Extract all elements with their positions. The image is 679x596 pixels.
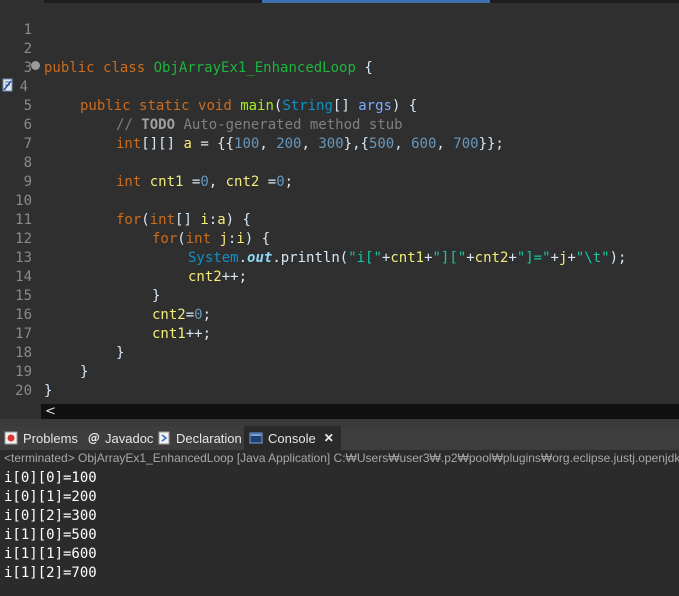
scrollbar-gutter [0,404,41,419]
code-line-16: 16 cnt1++; [0,287,679,342]
code-line-3: 3 [0,40,679,76]
tab-label: Problems [23,430,78,446]
code-line-6: 6 int[][] a = {{100, 200, 300},{500, 600… [0,97,679,152]
console-line: i[1][0]=500 [4,527,97,543]
code-line-1: 1 [0,2,679,38]
tab-console[interactable]: Console ✕ [244,426,341,450]
code-line-17: 17 } [0,306,679,361]
problems-icon [4,431,18,445]
horizontal-scrollbar[interactable]: < [41,404,679,419]
code-line-15: 15 cnt2=0; [0,268,679,323]
code-line-13: 13 cnt2++; [0,230,679,285]
code-line-14: 14 } [0,249,679,304]
console-line: i[1][2]=700 [4,565,97,581]
console-icon [249,431,263,445]
code-line-20: 20 [0,363,679,399]
code-editor[interactable]: 1 2 public class ObjArrayEx1_EnhancedLoo… [0,0,679,404]
code-line-19: 19 } [0,344,679,399]
javadoc-icon: @ [88,431,100,445]
console-output[interactable]: i[0][0]=100 i[0][1]=200 i[0][2]=300 i[1]… [0,467,679,596]
console-line: i[0][2]=300 [4,508,97,524]
console-line: i[0][1]=200 [4,489,97,505]
tab-label: Declaration [176,430,242,446]
console-process-label: <terminated> ObjArrayEx1_EnhancedLoop [J… [4,451,679,465]
code-line-9: 9 [0,154,679,190]
code-line-12: 12 System.out.println("i["+cnt1+"]["+cnt… [0,211,679,266]
console-line: i[1][1]=600 [4,546,97,562]
scroll-left-icon[interactable]: < [45,404,56,419]
panel-divider[interactable] [0,419,679,426]
tab-problems[interactable]: Problems [4,426,84,450]
tab-label: Console [268,430,316,446]
task-marker-icon[interactable] [2,78,14,92]
console-status-line: <terminated> ObjArrayEx1_EnhancedLoop [J… [0,450,679,467]
code-line-2: 2 public class ObjArrayEx1_EnhancedLoop … [0,21,679,76]
closing-brace: } [44,383,53,399]
code-line-4: 4 public static void main(String[] args)… [0,59,679,114]
code-line-8: 8 int cnt1 =0, cnt2 =0; [0,135,679,190]
code-line-11: 11 for(int j:i) { [0,192,679,247]
fold-collapse-icon[interactable] [31,61,40,70]
code-line-7: 7 [0,116,679,152]
code-line-10: 10 for(int[] i:a) { [0,173,679,228]
code-line-18: 18 } [0,325,679,380]
code-line-5: 5 // TODO Auto-generated method stub [0,78,679,133]
bottom-panel-tabs: Problems @ Javadoc Declaration Console ✕ [0,426,679,451]
tab-label: Javadoc [105,430,154,446]
console-line: i[0][0]=100 [4,470,97,486]
line-number: 20 [15,383,32,399]
tab-declaration[interactable]: Declaration [157,426,243,450]
declaration-icon [157,431,171,445]
tab-javadoc[interactable]: @ Javadoc [88,426,154,450]
close-icon[interactable]: ✕ [324,431,334,445]
